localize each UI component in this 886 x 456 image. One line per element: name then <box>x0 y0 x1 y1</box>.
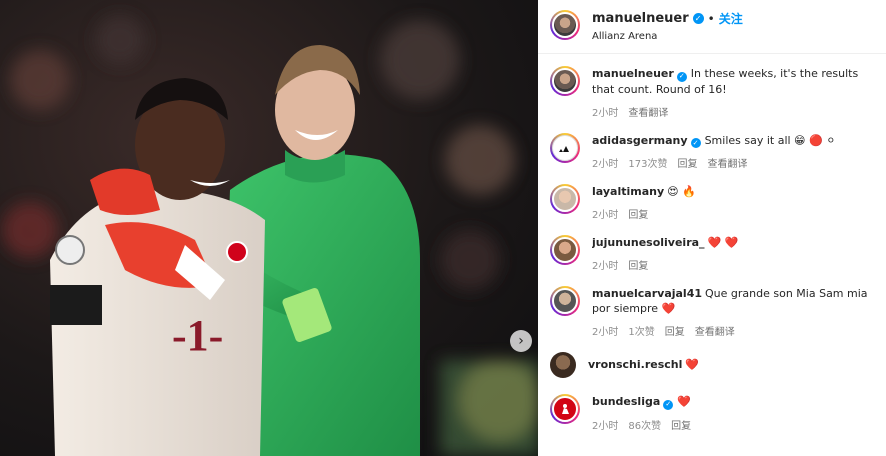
avatar[interactable] <box>550 286 580 316</box>
comment-time: 2小时 <box>592 210 619 221</box>
like-count[interactable]: 173次赞 <box>628 155 667 170</box>
comment-text-block: manuelneuer ✓ In these weeks, it's the res… <box>592 66 882 97</box>
avatar[interactable] <box>550 66 580 96</box>
chevron-right-icon[interactable]: › <box>510 330 532 352</box>
translate-link[interactable]: 查看翻译 <box>695 323 735 338</box>
comment-text: ❤️ <box>677 395 691 408</box>
comment-text-block: layaltimany 😍 🔥 <box>592 184 882 199</box>
reply-button[interactable]: 回复 <box>671 417 691 432</box>
list-item: vronschi.reschl ❤️ <box>550 352 886 378</box>
comment-time: 2小时 <box>592 107 619 119</box>
comment-text: 😍 🔥 <box>667 185 696 198</box>
comment-text-block: jujununesoliveira_ ❤️ ❤️ <box>592 235 882 250</box>
comment-time: 2小时 <box>592 420 619 432</box>
comment-text-block: vronschi.reschl ❤️ <box>588 357 878 372</box>
comment-username[interactable]: manuelneuer <box>592 67 674 80</box>
comment-meta: 2小时 173次赞 回复 查看翻译 <box>592 155 882 170</box>
avatar[interactable] <box>550 352 576 378</box>
reply-button[interactable]: 回复 <box>628 206 648 221</box>
comment-username[interactable]: bundesliga <box>592 395 660 408</box>
list-item: jujununesoliveira_ ❤️ ❤️ 2小时 回复 <box>550 235 886 272</box>
reply-button[interactable]: 回复 <box>628 257 648 272</box>
list-item: layaltimany 😍 🔥 2小时 回复 <box>550 184 886 221</box>
comment-list: manuelneuer ✓ In these weeks, it's the res… <box>538 54 886 432</box>
comment-username[interactable]: vronschi.reschl <box>588 358 682 371</box>
caption-comment: manuelneuer ✓ In these weeks, it's the res… <box>550 66 886 119</box>
comment-username[interactable]: layaltimany <box>592 185 664 198</box>
reply-button[interactable]: 回复 <box>665 323 685 338</box>
comment-meta: 2小时 回复 <box>592 257 882 272</box>
location-link[interactable]: Allianz Arena <box>592 31 743 42</box>
post-header: manuelneuer ✓ • 关注 Allianz Arena <box>538 0 886 54</box>
translate-link[interactable]: 查看翻译 <box>707 155 747 170</box>
follow-button[interactable]: 关注 <box>719 10 743 27</box>
comment-username[interactable]: adidasgermany <box>592 134 688 147</box>
like-count[interactable]: 1次赞 <box>628 323 654 338</box>
comment-text: Smiles say it all 😁 🔴 ⚪ <box>704 133 836 147</box>
avatar[interactable] <box>550 235 580 265</box>
verified-badge-icon: ✓ <box>690 138 701 148</box>
jersey-number: -1- <box>172 311 223 360</box>
comment-meta: 2小时 回复 <box>592 206 882 221</box>
header-username[interactable]: manuelneuer <box>592 11 689 26</box>
like-count[interactable]: 86次赞 <box>628 417 661 432</box>
comment-username[interactable]: manuelcarvajal41 <box>592 287 702 300</box>
list-item: bundesliga ✓ ❤️ 2小时 86次赞 回复 <box>550 394 886 432</box>
verified-badge-icon: ✓ <box>692 13 704 24</box>
avatar[interactable] <box>550 394 580 424</box>
comment-meta: 2小时 查看翻译 <box>592 104 882 119</box>
comment-meta: 2小时 86次赞 回复 <box>592 417 882 432</box>
comment-text-block: bundesliga ✓ ❤️ <box>592 394 882 410</box>
comment-text-block: manuelcarvajal41 Que grande son Mia Sam m… <box>592 286 882 316</box>
avatar[interactable] <box>550 10 580 40</box>
comment-text: ❤️ ❤️ <box>707 236 739 249</box>
comment-meta: 2小时 1次赞 回复 查看翻译 <box>592 323 882 338</box>
avatar[interactable] <box>550 184 580 214</box>
list-item: manuelcarvajal41 Que grande son Mia Sam m… <box>550 286 886 338</box>
verified-badge-icon: ✓ <box>663 399 674 410</box>
post-side-panel: manuelneuer ✓ • 关注 Allianz Arena manueln… <box>538 0 886 456</box>
translate-link[interactable]: 查看翻译 <box>628 104 668 119</box>
avatar[interactable] <box>550 132 580 163</box>
comment-username[interactable]: jujununesoliveira_ <box>592 236 705 249</box>
comment-text-block: adidasgermany ✓ Smiles say it all 😁 🔴 ⚪ <box>592 133 882 148</box>
reply-button[interactable]: 回复 <box>677 155 697 170</box>
list-item: adidasgermany ✓ Smiles say it all 😁 🔴 ⚪ 2小… <box>550 132 886 170</box>
comment-time: 2小时 <box>592 327 619 338</box>
verified-badge-icon: ✓ <box>676 71 687 82</box>
separator: • <box>707 11 715 26</box>
photo-illustration: -1- <box>2 15 538 456</box>
comment-time: 2小时 <box>592 261 619 272</box>
comment-text: ❤️ <box>685 358 700 371</box>
comment-time: 2小时 <box>592 159 619 170</box>
post-photo: -1- › <box>0 0 538 456</box>
